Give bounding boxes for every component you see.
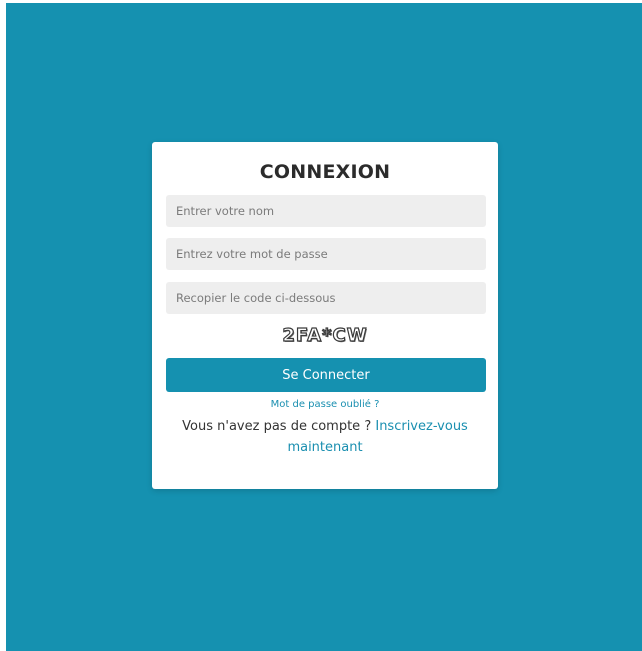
login-title: CONNEXION (259, 161, 391, 183)
no-account-text: Vous n'avez pas de compte ? (182, 419, 372, 434)
forgot-password-row: Mot de passe oublié ? (165, 399, 485, 410)
login-card: CONNEXION 2FA*CW Se Connecter Mot de pas… (152, 142, 498, 489)
captcha-input[interactable] (166, 282, 486, 314)
forgot-password-link[interactable]: Mot de passe oublié ? (271, 399, 380, 410)
username-input[interactable] (166, 195, 486, 227)
login-button[interactable]: Se Connecter (166, 358, 486, 392)
register-row: Vous n'avez pas de compte ? Inscrivez-vo… (165, 416, 485, 458)
captcha-code: 2FA*CW (282, 324, 368, 346)
captcha-image: 2FA*CW (165, 324, 485, 349)
password-input[interactable] (166, 238, 486, 270)
